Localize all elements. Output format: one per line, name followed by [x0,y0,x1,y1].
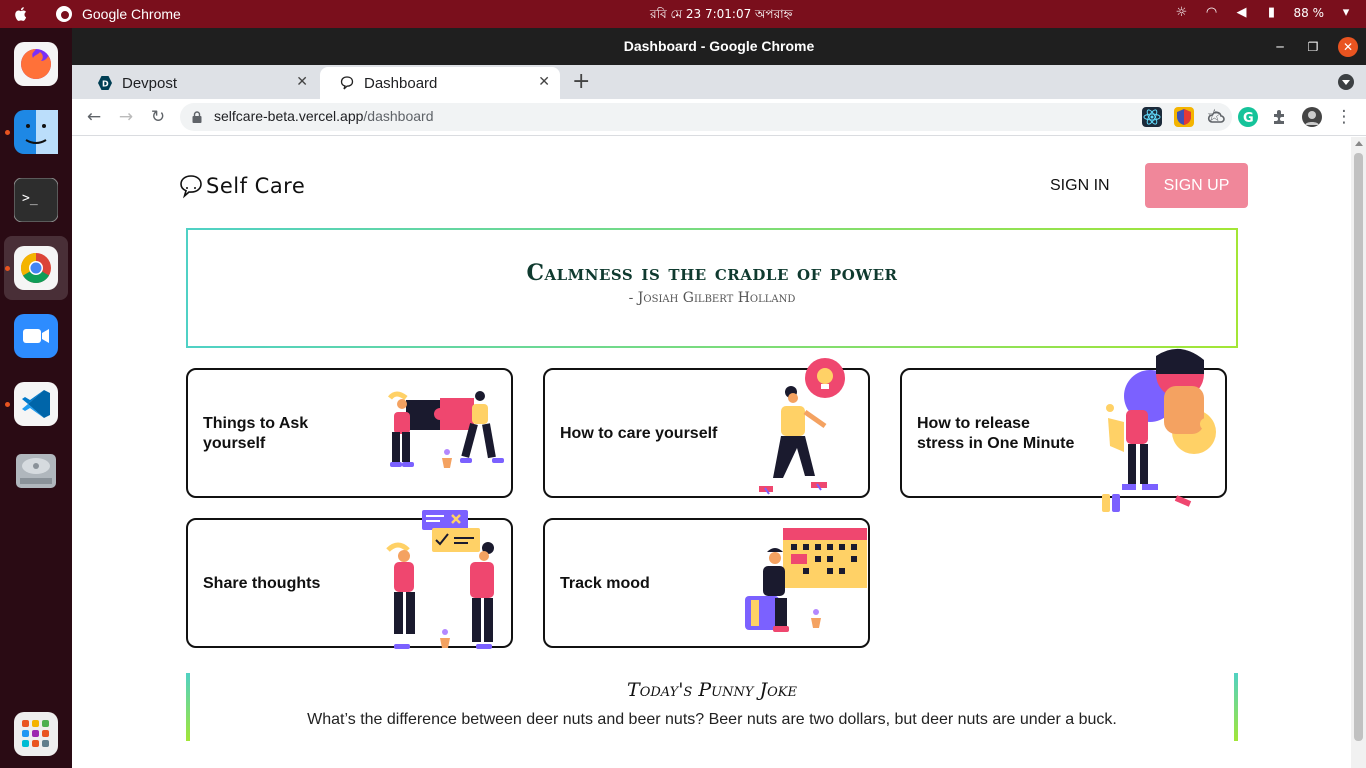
app-grid-icon[interactable] [14,712,58,756]
back-button[interactable]: ← [84,107,104,127]
chrome-menu-icon[interactable]: ⋮ [1334,107,1354,127]
chrome-icon[interactable] [14,246,58,290]
forward-button[interactable]: → [116,107,136,127]
vscode-icon[interactable] [14,382,58,426]
tab-devpost[interactable]: D Devpost ✕ [78,67,318,99]
lock-icon[interactable] [192,111,202,123]
cloud-extension-icon[interactable] [1206,107,1226,127]
zoom-icon[interactable] [14,314,58,358]
card-release-stress[interactable]: How to release stress in One Minute [900,348,1227,512]
selfcare-favicon-icon [340,76,354,90]
site-logo[interactable]: Self Care [178,173,305,199]
system-top-bar: Google Chrome রবি মে 23 7:01:07 অপরাহ্ন … [0,0,1366,28]
terminal-icon[interactable]: >_ [13,177,59,223]
card-title: Share thoughts [203,575,321,592]
wifi-icon: ◠ [1205,5,1218,20]
quote-text: Calmness is the cradle of power [526,260,898,286]
profile-avatar[interactable] [1302,107,1322,127]
svg-text:G: G [1243,111,1254,126]
system-tray[interactable]: ☼ ◠ ◀ ▮ 88 % ▾ [1174,5,1355,21]
running-indicator [5,266,10,271]
battery-percent: 88 % [1293,6,1325,20]
card-care-yourself[interactable]: How to care yourself [543,358,870,498]
card-things-to-ask[interactable]: Things to Ask yourself [186,368,513,498]
window-title-bar: Dashboard - Google Chrome ─ ❐ ✕ [72,28,1366,65]
system-clock[interactable]: রবি মে 23 7:01:07 অপরাহ্ন [650,6,793,26]
tab-strip: D Devpost ✕ Dashboard ✕ + [72,65,1366,99]
ubuntu-dock: >_ [0,28,72,768]
window-title: Dashboard - Google Chrome [623,38,815,54]
chat-bubble-logo-icon [180,175,202,199]
quote-author: - Josiah Gilbert Holland [628,290,796,306]
chrome-mini-icon [56,6,72,22]
card-title: How to release stress in One Minute [917,415,1075,452]
reload-button[interactable]: ↻ [148,107,168,127]
firefox-icon[interactable] [14,42,58,86]
volume-icon: ◀ [1236,5,1247,20]
svg-text:>_: >_ [22,191,38,206]
calendar-person-illustration [745,528,867,632]
maximize-button[interactable]: ❐ [1303,37,1323,57]
tab-dashboard[interactable]: Dashboard ✕ [320,67,560,99]
quote-box: Calmness is the cradle of power - Josiah… [186,228,1238,348]
disk-drive-icon[interactable] [14,448,58,492]
brightness-icon: ☼ [1175,5,1188,20]
sign-up-button[interactable]: SIGN UP [1145,163,1248,208]
svg-text:D: D [102,80,109,89]
puzzle-people-illustration [388,391,504,468]
react-devtools-extension-icon[interactable] [1142,107,1162,127]
card-track-mood[interactable]: Track mood [543,518,870,648]
new-tab-button[interactable]: + [572,69,590,94]
shield-extension-icon[interactable] [1174,107,1194,127]
conversation-illustration [386,510,494,649]
scroll-up-arrow-icon[interactable] [1355,141,1363,146]
logo-text: Self Care [206,174,306,198]
apple-icon[interactable] [12,5,30,23]
card-title: How to care yourself [560,425,718,442]
sign-in-button[interactable]: SIGN IN [1050,177,1110,195]
tab-label: Dashboard [364,75,438,92]
running-indicator [5,130,10,135]
url-text[interactable]: selfcare-beta.vercel.app/dashboard [214,108,433,124]
devpost-favicon-icon: D [98,76,112,90]
tab-search-icon[interactable] [1338,74,1354,90]
scrollbar-thumb[interactable] [1354,153,1363,741]
active-app-name[interactable]: Google Chrome [82,6,181,22]
address-bar[interactable]: selfcare-beta.vercel.app/dashboard ☆ [180,103,1232,131]
page-viewport: Self Care SIGN IN SIGN UP Calmness is th… [72,137,1351,768]
extensions-puzzle-icon[interactable] [1270,107,1290,127]
close-tab-icon[interactable]: ✕ [296,73,308,90]
card-share-thoughts[interactable]: Share thoughts [186,510,513,649]
card-title: Things to Ask yourself [203,415,309,452]
finder-icon[interactable] [14,110,58,154]
stressed-person-illustration [1102,348,1216,512]
close-tab-icon[interactable]: ✕ [538,73,550,90]
joke-text: What’s the difference between deer nuts … [307,711,1117,728]
running-indicator [5,402,10,407]
page-scrollbar[interactable] [1351,137,1366,768]
joke-title: Today's Punny Joke [627,679,797,701]
power-menu-icon: ▾ [1342,5,1350,20]
walking-person-lightbulb-illustration [759,358,845,495]
close-window-button[interactable]: ✕ [1338,37,1358,57]
card-title: Track mood [560,575,650,592]
tab-label: Devpost [122,75,178,92]
grammarly-extension-icon[interactable]: G [1238,107,1258,127]
browser-toolbar: ← → ↻ selfcare-beta.vercel.app/dashboard… [72,99,1366,136]
battery-icon: ▮ [1267,5,1276,20]
minimize-button[interactable]: ─ [1270,37,1290,57]
joke-section: Today's Punny Joke What’s the difference… [186,673,1238,741]
